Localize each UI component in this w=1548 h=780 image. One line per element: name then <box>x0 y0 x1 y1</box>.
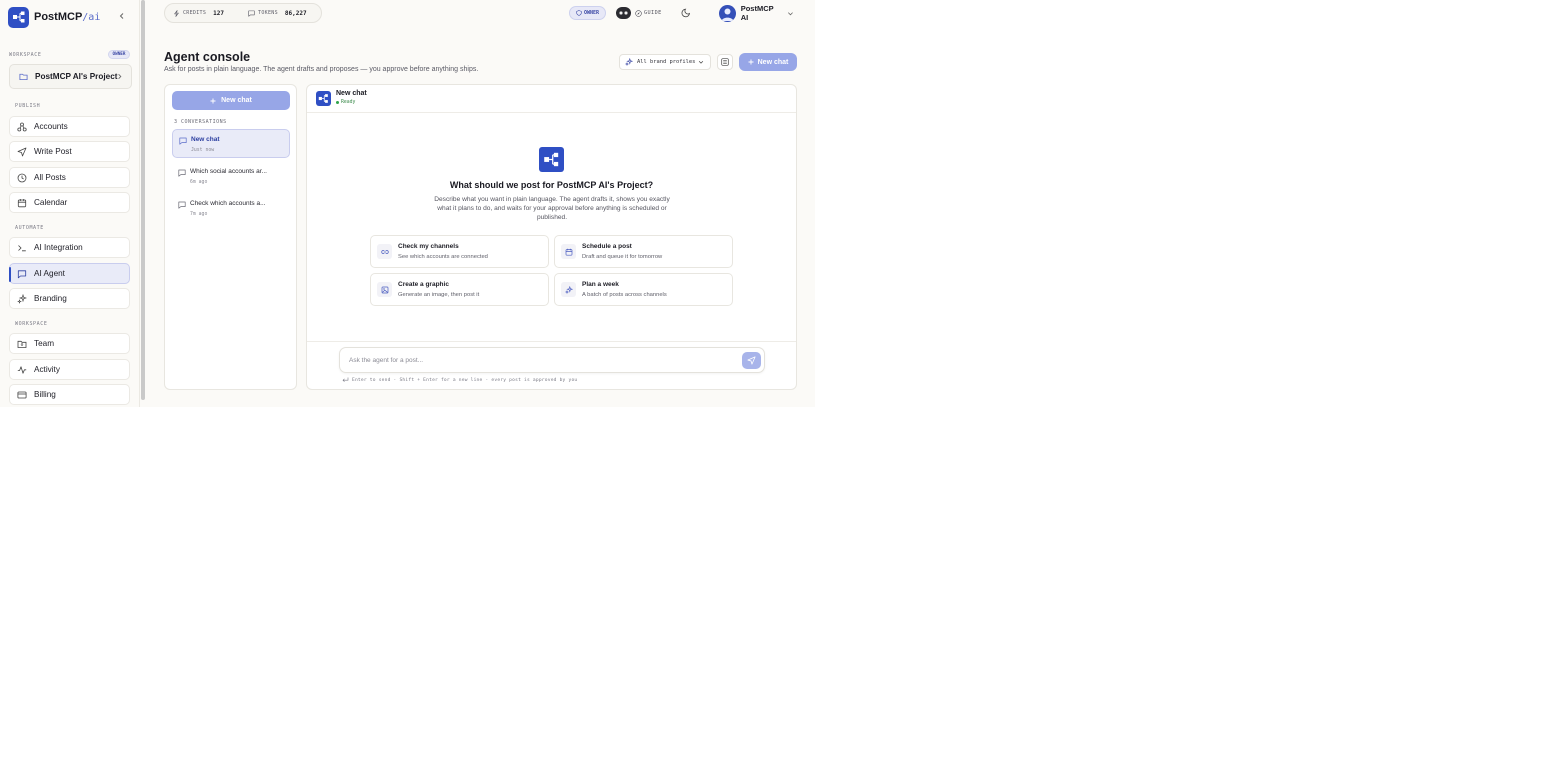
folder-icon <box>19 73 28 81</box>
project-switcher[interactable]: PostMCP AI's Project <box>9 64 132 89</box>
panel-icon <box>721 58 729 66</box>
suggestion-schedule-post[interactable]: Schedule a post Draft and queue it for t… <box>554 235 733 268</box>
sidebar-item-write-post[interactable]: Write Post <box>9 141 130 162</box>
avatar <box>719 4 736 22</box>
chat-icon <box>178 169 186 177</box>
logo-mark-icon <box>8 6 29 28</box>
workspace-section-label: WORKSPACE <box>9 52 42 58</box>
chat-header: New chat Ready <box>307 85 796 113</box>
new-chat-sidebar-button[interactable]: New chat <box>172 91 290 110</box>
composer-divider <box>307 341 796 342</box>
sidebar-scrollbar[interactable] <box>141 0 145 400</box>
chat-title: New chat <box>336 90 367 97</box>
chat-icon <box>178 201 186 209</box>
sidebar-item-ai-agent[interactable]: AI Agent <box>9 263 130 284</box>
project-name: PostMCP AI's Project <box>35 72 118 81</box>
clock-icon <box>17 173 27 183</box>
guide-button[interactable]: GUIDE <box>616 6 669 20</box>
plus-icon <box>210 98 216 103</box>
chevron-down-icon <box>699 60 704 64</box>
publish-section-label: PUBLISH <box>15 103 41 109</box>
chat-icon <box>248 10 255 17</box>
terminal-icon <box>17 243 27 253</box>
suggestion-check-channels[interactable]: Check my channels See which accounts are… <box>370 235 549 268</box>
sidebar-item-branding[interactable]: Branding <box>9 288 130 309</box>
sidebar-item-accounts[interactable]: Accounts <box>9 116 130 137</box>
message-input[interactable] <box>349 355 729 366</box>
sidebar-item-all-posts[interactable]: All Posts <box>9 167 130 188</box>
mascot-icon <box>616 7 631 19</box>
sparkles-icon <box>625 58 633 66</box>
collapse-sidebar-button[interactable] <box>116 10 128 22</box>
toggle-conversations-button[interactable] <box>717 54 733 70</box>
send-icon <box>747 356 756 365</box>
conversation-item[interactable]: Check which accounts a... 7m ago <box>172 194 290 223</box>
automate-section-label: AUTOMATE <box>15 225 44 231</box>
user-menu[interactable]: PostMCP AI <box>719 4 794 22</box>
composer-hint: Enter to send · Shift + Enter for a new … <box>342 377 577 383</box>
empty-state-description: Describe what you want in plain language… <box>434 196 670 221</box>
sidebar-item-team[interactable]: Team <box>9 333 130 354</box>
chat-panel: New chat Ready What should we post for P… <box>306 84 797 390</box>
compass-icon <box>635 9 642 17</box>
hero-logo-icon <box>539 147 564 172</box>
image-icon <box>377 282 392 297</box>
sparkles-icon <box>561 282 576 297</box>
role-badge: OWNER <box>569 6 606 20</box>
enter-key-icon <box>342 377 349 382</box>
theme-toggle-button[interactable] <box>681 7 692 18</box>
credits-stat: CREDITS 127 <box>173 10 224 17</box>
sidebar: PostMCP/ai WORKSPACE OWNER PostMCP AI's … <box>0 0 140 407</box>
calendar-icon <box>561 244 576 259</box>
brand-name: PostMCP/ai <box>34 11 101 23</box>
brand-profile-select[interactable]: All brand profiles <box>619 54 711 70</box>
status-dot-icon <box>336 101 339 104</box>
app-root: PostMCP/ai WORKSPACE OWNER PostMCP AI's … <box>0 0 815 407</box>
usage-stats: CREDITS 127 TOKENS 86,227 <box>164 3 322 23</box>
chevron-left-icon <box>119 13 124 19</box>
page-title: Agent console <box>164 50 251 64</box>
conversations-panel: New chat 3 CONVERSATIONS New chat Just n… <box>164 84 297 390</box>
chevron-down-icon <box>788 11 793 15</box>
plus-icon <box>748 59 754 65</box>
moon-icon <box>681 8 691 18</box>
folder-icon <box>17 339 27 349</box>
send-icon <box>17 147 27 157</box>
card-icon <box>17 390 27 400</box>
status-badge: Ready <box>336 100 355 105</box>
shield-icon <box>576 10 582 16</box>
link-icon <box>377 244 392 259</box>
chat-icon <box>17 269 27 279</box>
new-chat-button[interactable]: New chat <box>739 53 797 71</box>
message-composer <box>339 347 765 373</box>
empty-state-title: What should we post for PostMCP AI's Pro… <box>449 180 654 190</box>
sidebar-item-billing[interactable]: Billing <box>9 384 130 405</box>
send-button[interactable] <box>742 352 761 369</box>
accounts-icon <box>17 122 27 132</box>
sidebar-item-ai-integration[interactable]: AI Integration <box>9 237 130 258</box>
sidebar-item-activity[interactable]: Activity <box>9 359 130 380</box>
conversation-item[interactable]: New chat Just now <box>172 129 290 158</box>
tokens-stat: TOKENS 86,227 <box>248 10 307 17</box>
calendar-icon <box>17 198 27 208</box>
bolt-icon <box>174 9 179 17</box>
conversation-item[interactable]: Which social accounts ar... 6m ago <box>172 162 290 191</box>
chat-icon <box>179 137 187 145</box>
chevron-right-icon <box>118 74 122 79</box>
sparkles-icon <box>17 293 27 304</box>
owner-badge: OWNER <box>108 50 130 59</box>
activity-icon <box>17 365 27 375</box>
workspace-section-label-2: WORKSPACE <box>15 321 48 327</box>
page-subtitle: Ask for posts in plain language. The age… <box>164 66 479 73</box>
agent-logo-icon <box>316 91 331 106</box>
conversation-count: 3 CONVERSATIONS <box>174 119 227 125</box>
suggestion-plan-week[interactable]: Plan a week A batch of posts across chan… <box>554 273 733 306</box>
sidebar-item-calendar[interactable]: Calendar <box>9 192 130 213</box>
suggestion-create-graphic[interactable]: Create a graphic Generate an image, then… <box>370 273 549 306</box>
